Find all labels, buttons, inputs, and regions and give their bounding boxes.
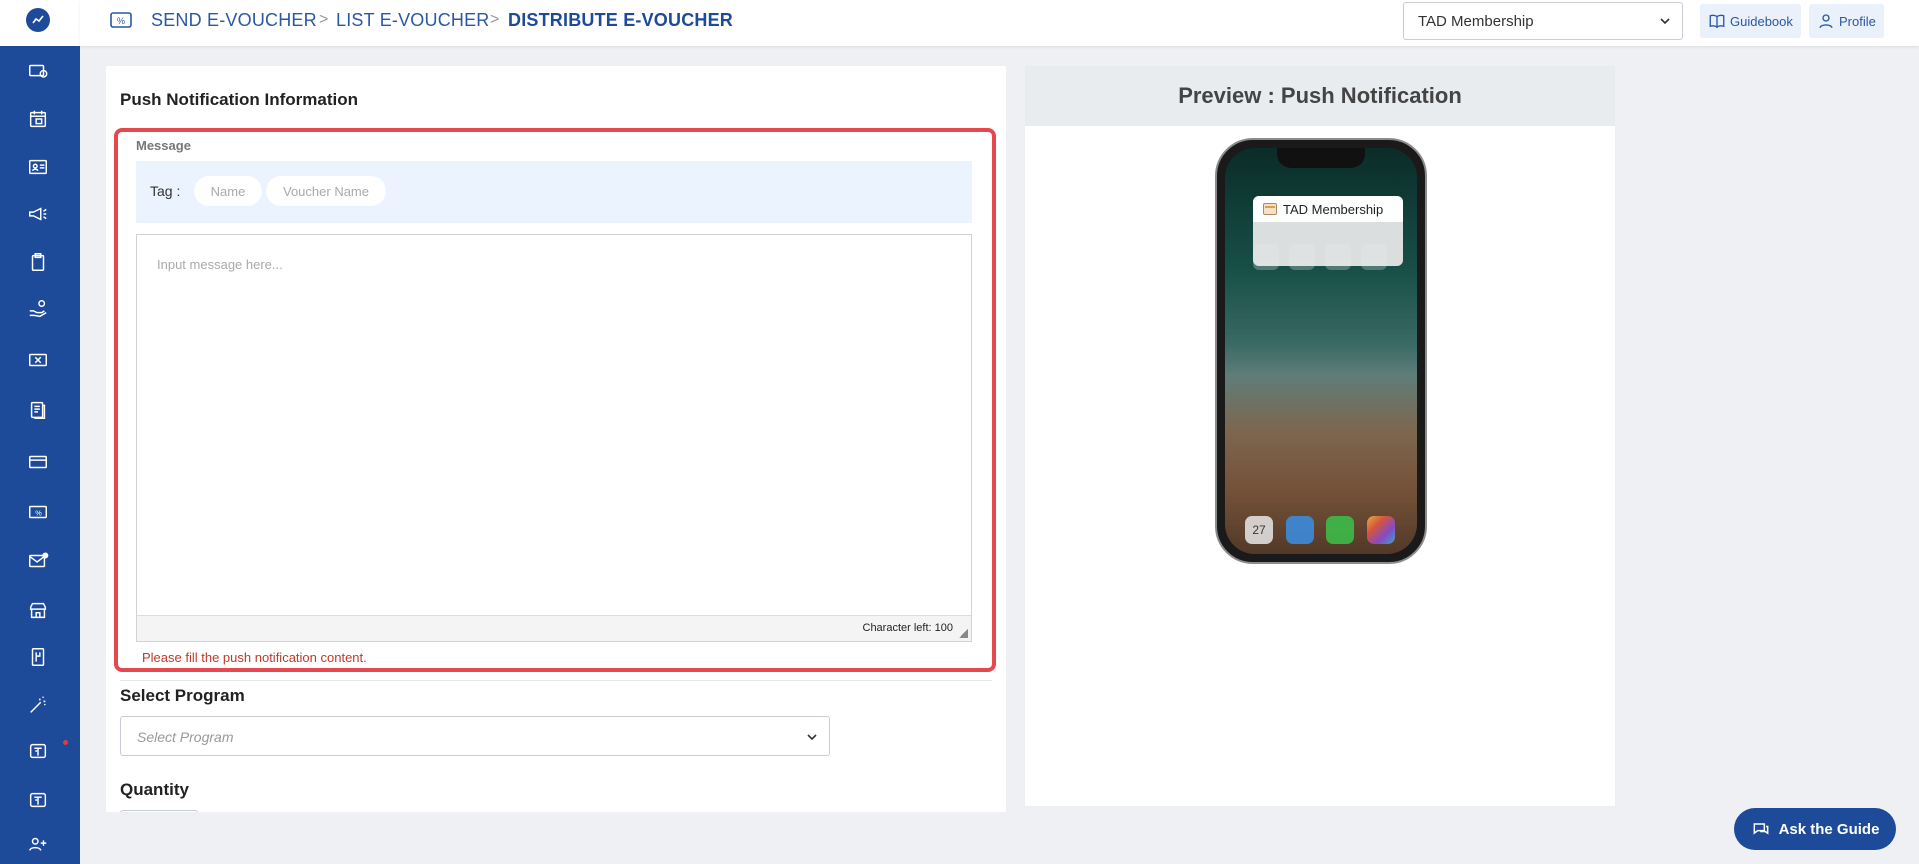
top-header: % SEND E-VOUCHER > LIST E-VOUCHER > DIST…: [80, 0, 1919, 46]
book-icon: [1709, 14, 1725, 29]
breadcrumb-distribute-evoucher: DISTRIBUTE E-VOUCHER: [508, 10, 734, 30]
profile-label: Profile: [1839, 13, 1876, 29]
message-placeholder: Input message here...: [157, 257, 283, 272]
membership-select[interactable]: TAD Membership: [1403, 2, 1683, 40]
calendar-app-icon: 27: [1245, 516, 1273, 544]
phone-dock: 27: [1245, 516, 1395, 546]
chat-icon: [1753, 823, 1768, 835]
tag-bar: Tag : Name Voucher Name: [136, 161, 972, 223]
notification-title: TAD Membership: [1253, 196, 1403, 222]
notification-dot: [63, 740, 68, 745]
error-message: Please fill the push notification conten…: [142, 650, 367, 665]
app-icon: [1263, 203, 1277, 215]
ask-the-guide-label: Ask the Guide: [1778, 820, 1880, 838]
profile-button[interactable]: Profile: [1809, 4, 1884, 38]
quantity-input[interactable]: [120, 810, 198, 812]
hand-coin-icon[interactable]: [26, 297, 50, 321]
textarea-footer: Character left: 100: [137, 615, 971, 641]
tag-chip-name[interactable]: Name: [194, 176, 262, 206]
phone-notch: [1277, 148, 1365, 168]
breadcrumb-separator: >: [319, 11, 329, 28]
push-notification-form: Push Notification Information Message Ta…: [106, 66, 1006, 812]
e-voucher-icon[interactable]: %: [26, 500, 50, 524]
section-title: Push Notification Information: [120, 90, 358, 109]
add-user-icon[interactable]: [26, 832, 50, 856]
member-card-icon[interactable]: [26, 155, 50, 179]
chart-logo-icon: [26, 8, 50, 32]
select-program-title: Select Program: [120, 686, 245, 705]
preview-card: Preview : Push Notification TAD Membersh…: [1025, 66, 1615, 806]
breadcrumb-separator: >: [490, 11, 500, 28]
preview-title: Preview : Push Notification: [1025, 66, 1615, 126]
message-label: Message: [136, 138, 191, 153]
calendar-icon[interactable]: [26, 107, 50, 131]
svg-text:%: %: [35, 509, 42, 518]
credit-card-icon[interactable]: [26, 450, 50, 474]
tag-chip-voucher-name[interactable]: Voucher Name: [266, 176, 386, 206]
message-textarea[interactable]: Input message here... Character left: 10…: [136, 234, 972, 642]
tad-icon[interactable]: [26, 739, 50, 763]
breadcrumb-send-evoucher[interactable]: SEND E-VOUCHER: [151, 10, 317, 31]
phone-mockup: TAD Membership 27: [1215, 138, 1427, 564]
magic-wand-icon[interactable]: [26, 693, 50, 717]
svg-text:%: %: [117, 16, 125, 26]
quantity-title: Quantity: [120, 780, 189, 799]
guidebook-label: Guidebook: [1730, 13, 1793, 29]
program-select[interactable]: Select Program: [120, 716, 830, 756]
mail-icon[interactable]: [26, 549, 50, 573]
chevron-down-icon: [807, 734, 817, 741]
photos-app-icon: [1366, 516, 1395, 544]
ticket-icon[interactable]: [26, 348, 50, 372]
divider: [120, 680, 992, 681]
resize-handle[interactable]: [959, 629, 968, 638]
messages-app-icon: [1326, 516, 1355, 544]
app-logo[interactable]: [22, 4, 54, 36]
store-icon[interactable]: [26, 598, 50, 622]
e-voucher-icon: %: [110, 12, 132, 28]
tag-label: Tag :: [150, 183, 181, 199]
phone-screen: TAD Membership 27: [1225, 148, 1417, 554]
breadcrumb-list-evoucher[interactable]: LIST E-VOUCHER: [336, 10, 490, 31]
compass-app-icon: [1285, 516, 1314, 544]
voucher-icon[interactable]: [26, 59, 50, 83]
chevron-down-icon: [1660, 18, 1670, 25]
tad-icon-2[interactable]: [26, 788, 50, 812]
megaphone-icon[interactable]: [26, 202, 50, 226]
user-icon: [1819, 14, 1833, 29]
receipt-icon[interactable]: [26, 645, 50, 669]
document-icon[interactable]: [26, 398, 50, 422]
ask-the-guide-button[interactable]: Ask the Guide: [1734, 808, 1896, 850]
sidebar: %: [0, 0, 80, 864]
guidebook-button[interactable]: Guidebook: [1700, 4, 1801, 38]
character-counter: Character left: 100: [862, 622, 954, 634]
clipboard-icon[interactable]: [26, 250, 50, 274]
notification-app-name: TAD Membership: [1283, 201, 1384, 217]
notification-banner: TAD Membership: [1253, 196, 1403, 266]
membership-select-value: TAD Membership: [1418, 13, 1534, 30]
program-placeholder: Select Program: [137, 729, 234, 745]
